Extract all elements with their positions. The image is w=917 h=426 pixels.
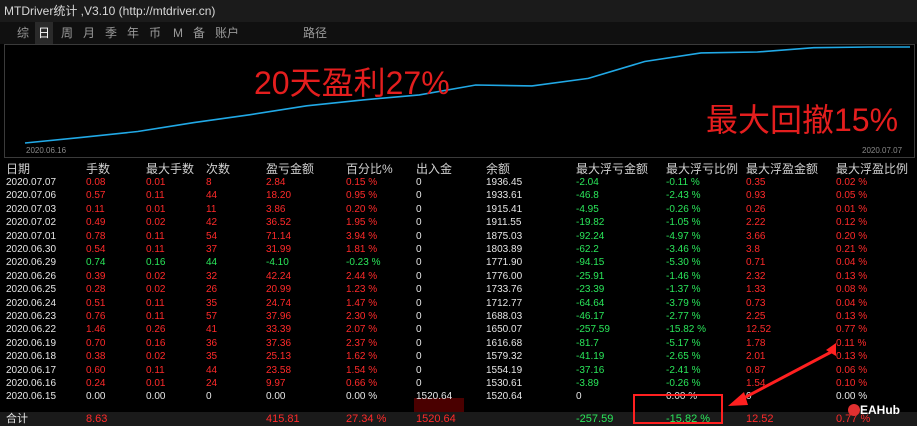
arrow-head <box>728 392 748 406</box>
highlight-arrows <box>728 343 836 406</box>
watermark-logo-icon <box>848 404 860 416</box>
arrow-line <box>739 348 836 402</box>
watermark: EAHub <box>860 403 900 417</box>
